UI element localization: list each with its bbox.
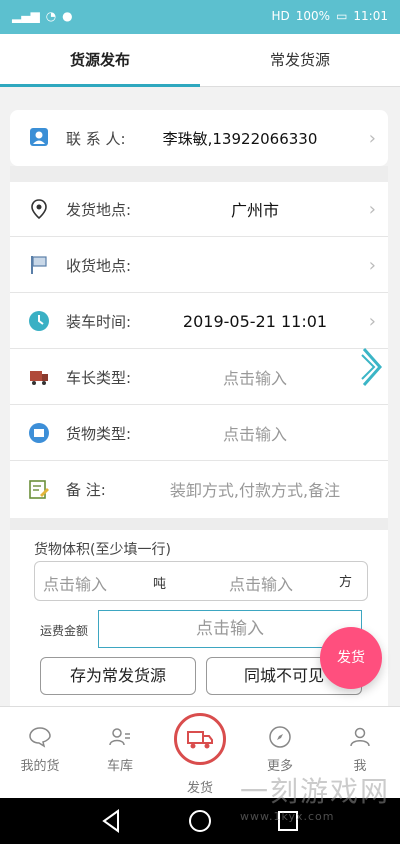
back-triangle-icon[interactable] [98,807,126,835]
wifi-icon: ◔ [45,9,57,23]
tab-publish-label: 发货 [186,781,213,796]
clock-icon [29,311,49,331]
origin-row[interactable]: 发货地点: 广州市 › [10,182,388,237]
tab-frequent-cargo[interactable]: 常发货源 [200,34,400,86]
cargo-type-placeholder: 点击输入 [222,425,287,444]
tab-garage[interactable]: 车库 [80,725,160,774]
hd-badge: HD [271,9,290,23]
chevron-right-icon: › [368,127,376,149]
weight-unit: 吨 [153,577,167,592]
chevron-right-icon[interactable] [360,345,384,389]
loading-time-label: 装车时间: [66,312,132,331]
contact-label: 联 系 人: [66,129,126,148]
home-circle-icon[interactable] [186,807,214,835]
chat-bubble-icon [29,727,51,748]
tab-garage-label: 车库 [106,759,133,774]
remarks-row[interactable]: 备 注: 装卸方式,付款方式,备注 [10,462,388,516]
section-separator [10,166,388,182]
origin-label: 发货地点: [66,200,132,219]
cubic-unit: 方 [339,575,353,590]
truck-icon [30,371,48,385]
cargo-type-label: 货物类型: [66,424,132,443]
watermark: 一刻游戏网 www.1kyx.com [240,770,390,823]
battery-icon: ▭ [336,9,348,23]
battery-percent: 100% [295,9,331,23]
volume-input-box: 点击输入 吨 点击输入 方 [34,561,368,601]
status-left: ▂▄▆ ◔ ● [12,9,73,23]
status-bar: ▂▄▆ ◔ ● HD 100% ▭ 11:01 [0,0,400,34]
tab-me[interactable]: 我 [320,725,400,774]
publish-fab-button[interactable]: 发货 [320,627,382,689]
destination-label: 收货地点: [66,256,132,275]
location-pin-icon [31,199,47,220]
loading-time-value: 2019-05-21 11:01 [182,311,328,331]
weight-input[interactable]: 点击输入 [43,571,107,595]
contact-card: 联 系 人: 李珠敏,13922066330 › [10,110,388,166]
destination-row[interactable]: 收货地点: › [10,238,388,293]
delivery-truck-icon [174,713,226,765]
contact-row[interactable]: 联 系 人: 李珠敏,13922066330 › [10,110,388,166]
tab-my-cargo-label: 我的货 [20,759,60,774]
remarks-label: 备 注: [66,480,106,499]
contact-card-icon [30,128,48,146]
cargo-box-icon [29,423,49,443]
tab-more[interactable]: 更多 [240,725,320,774]
top-tabs: 货源发布 常发货源 [0,34,400,87]
contact-value: 李珠敏,13922066330 [162,129,318,148]
volume-title: 货物体积(至少填一行) [34,542,171,558]
save-frequent-button[interactable]: 存为常发货源 [40,657,196,695]
app-notification-icon: ● [62,9,73,23]
driver-list-icon [109,728,130,746]
flag-icon [31,256,47,274]
section-separator [10,518,388,530]
compass-icon [269,726,291,748]
watermark-url: www.1kyx.com [239,810,335,823]
loading-time-row[interactable]: 装车时间: 2019-05-21 11:01 › [10,294,388,349]
person-icon [350,727,370,747]
chevron-right-icon: › [368,198,376,220]
signal-icon: ▂▄▆ [12,9,40,23]
fee-input[interactable]: 点击输入 [98,610,362,648]
origin-value: 广州市 [230,201,279,220]
remarks-placeholder: 装卸方式,付款方式,备注 [169,481,341,500]
vehicle-length-row[interactable]: 车长类型: 点击输入 [10,350,388,405]
tab-publish-cargo[interactable]: 货源发布 [0,34,200,87]
tab-my-cargo[interactable]: 我的货 [0,725,80,774]
watermark-text: 一刻游戏网 [239,775,390,808]
chevron-right-icon: › [368,310,376,332]
note-edit-icon [29,480,49,499]
fee-label: 运费金额 [40,624,89,638]
cargo-form-card: 发货地点: 广州市 › 收货地点: › 装车时间: 2019-05-21 11:… [10,182,388,518]
clock-time: 11:01 [353,9,388,23]
tab-publish[interactable]: 发货 [160,713,240,796]
status-right: HD 100% ▭ 11:01 [271,9,388,23]
vehicle-length-placeholder: 点击输入 [222,369,287,388]
vehicle-length-label: 车长类型: [66,368,132,387]
chevron-right-icon: › [368,254,376,276]
cubic-input[interactable]: 点击输入 [229,571,293,595]
cargo-type-row[interactable]: 货物类型: 点击输入 [10,406,388,461]
